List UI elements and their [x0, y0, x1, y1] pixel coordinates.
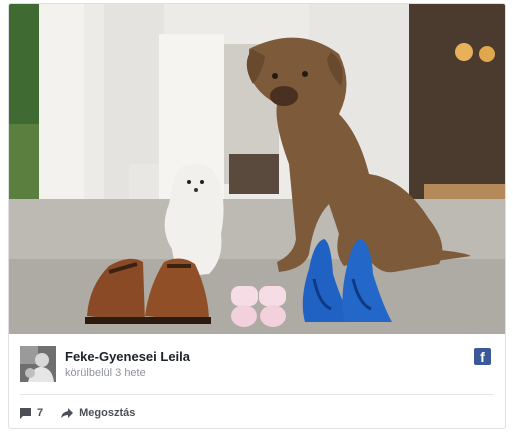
- comment-icon: [20, 407, 31, 419]
- comments-button[interactable]: 7: [20, 407, 43, 419]
- divider: [20, 394, 494, 395]
- facebook-icon[interactable]: f: [474, 348, 491, 365]
- avatar[interactable]: [20, 346, 56, 382]
- share-button[interactable]: Megosztás: [61, 407, 135, 419]
- avatar-image: [20, 346, 56, 382]
- post-timestamp[interactable]: körülbelül 3 hete: [65, 367, 146, 379]
- share-label: Megosztás: [79, 407, 136, 419]
- comments-count: 7: [37, 407, 44, 419]
- post-actions: 7 Megosztás: [20, 405, 135, 421]
- post-author[interactable]: Feke-Gyenesei Leila: [65, 349, 190, 364]
- post-card: Feke-Gyenesei Leila körülbelül 3 hete f …: [8, 3, 506, 429]
- share-arrow-icon: [61, 407, 74, 418]
- post-photo[interactable]: [9, 4, 505, 334]
- post-meta: Feke-Gyenesei Leila körülbelül 3 hete f …: [9, 334, 505, 428]
